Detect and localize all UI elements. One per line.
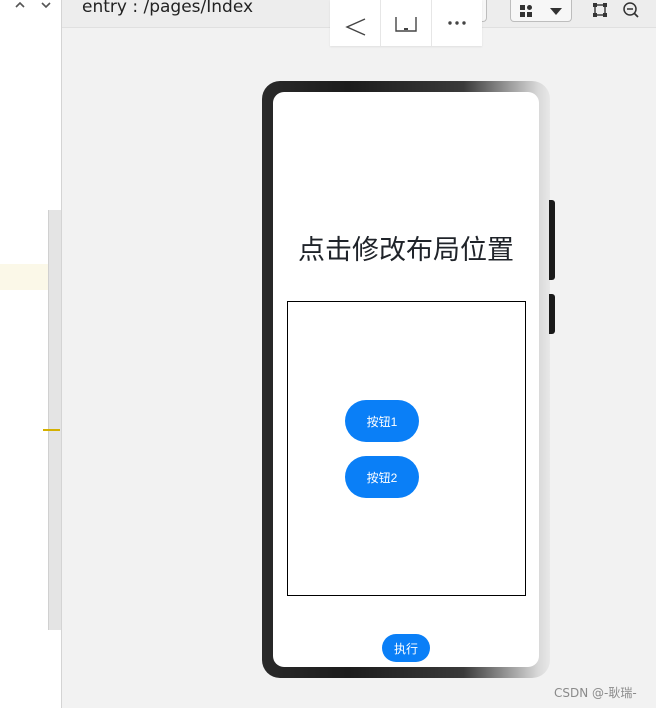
more-dots-icon[interactable]: [432, 0, 482, 46]
crop-frame-icon[interactable]: [589, 0, 611, 20]
scroll-marker: [43, 429, 60, 431]
execute-button[interactable]: 执行: [382, 634, 430, 662]
dropdown-arrow-icon[interactable]: [541, 0, 571, 21]
watermark-text: CSDN @-耿瑞-: [554, 686, 637, 700]
editor-scrollbar[interactable]: [48, 210, 61, 630]
back-triangle-icon[interactable]: [330, 0, 381, 46]
page-heading: 点击修改布局位置: [298, 235, 514, 266]
component-group: [510, 0, 572, 22]
button-2[interactable]: 按钮2: [345, 456, 419, 498]
device-screen: 点击修改布局位置 按钮1 按钮2 执行: [273, 92, 539, 667]
editor-gutter: [0, 0, 62, 708]
button-1[interactable]: 按钮1: [345, 400, 419, 442]
chevron-down-icon[interactable]: [38, 0, 54, 14]
chevron-up-icon[interactable]: [12, 0, 28, 14]
device-nav-bar: [330, 0, 482, 46]
power-key[interactable]: [549, 294, 555, 334]
home-square-icon[interactable]: [381, 0, 432, 46]
page-path-title: entry : /pages/Index: [82, 0, 254, 17]
layout-container: 按钮1 按钮2: [287, 301, 526, 596]
component-grid-icon[interactable]: [511, 0, 541, 21]
volume-key[interactable]: [549, 200, 555, 280]
zoom-out-icon[interactable]: [620, 0, 642, 20]
